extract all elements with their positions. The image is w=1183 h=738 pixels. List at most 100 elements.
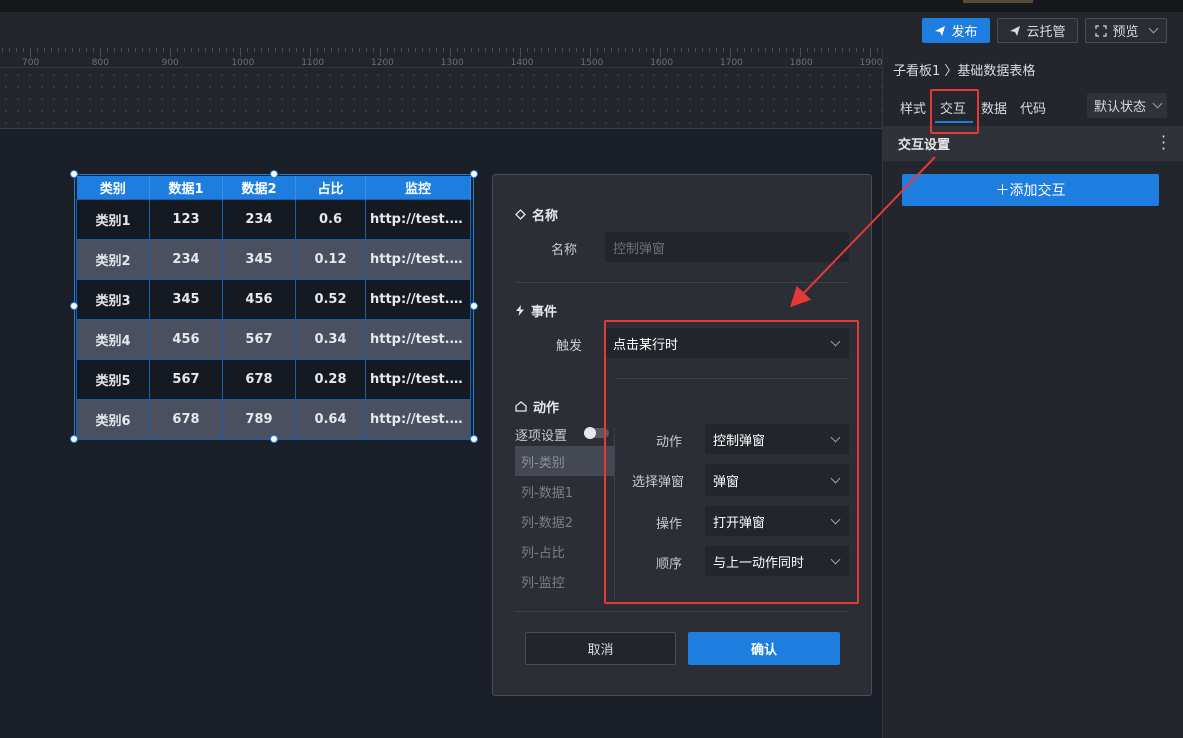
ruler-tick (58, 48, 59, 52)
resize-handle[interactable] (470, 302, 478, 310)
preview-button[interactable]: 预览 (1085, 18, 1167, 43)
send-icon (935, 25, 946, 36)
name-section-header: 名称 (515, 205, 558, 224)
publish-button[interactable]: 发布 (922, 18, 990, 43)
ruler-tick (401, 48, 402, 52)
table-cell: 789 (222, 398, 296, 440)
table-header-cell: 数据2 (222, 176, 296, 199)
resize-handle[interactable] (70, 435, 78, 443)
ruler-tick (534, 48, 535, 52)
ruler-tick (317, 48, 318, 52)
ruler-tick (23, 48, 24, 52)
ruler-tick (79, 48, 80, 52)
ruler-tick (471, 48, 472, 52)
ruler-tick (744, 48, 745, 52)
table-cell: 678 (222, 358, 296, 400)
column-item[interactable]: 列-类别 (515, 446, 615, 476)
state-value: 默认状态 (1094, 100, 1147, 115)
ruler-tick (338, 48, 339, 52)
state-select[interactable]: 默认状态 (1087, 93, 1167, 118)
resize-handle[interactable] (70, 302, 78, 310)
ruler-tick (436, 48, 437, 52)
table-row[interactable]: 类别1 123 234 0.6 http://test.sha... (76, 198, 471, 240)
table-cell: 345 (222, 238, 296, 280)
add-interaction-button[interactable]: ＋添加交互 (902, 174, 1159, 206)
ruler-tick (163, 48, 164, 52)
column-item[interactable]: 列-数据2 (515, 506, 615, 536)
ruler-tick (667, 48, 668, 52)
ruler-tick (870, 48, 871, 57)
ruler-tick (352, 48, 353, 52)
data-table[interactable]: 类别 数据1 数据2 占比 监控 类别1 123 234 0.6 http://… (76, 176, 471, 440)
ruler-label: 1200 (371, 58, 394, 68)
resize-handle[interactable] (470, 170, 478, 178)
ruler-tick (408, 48, 409, 52)
tab-code[interactable]: 代码 (1020, 98, 1046, 117)
name-input[interactable]: 控制弹窗 (605, 232, 849, 262)
top-toolbar: 发布 云托管 预览 (0, 0, 1183, 48)
ruler-tick (807, 48, 808, 52)
table-row[interactable]: 类别4 456 567 0.34 http://test.sha... (76, 318, 471, 360)
more-icon[interactable]: · · · (1161, 129, 1166, 157)
ruler-tick (786, 48, 787, 52)
ruler-tick (177, 48, 178, 52)
table-row[interactable]: 类别2 234 345 0.12 http://test.sha... (76, 238, 471, 280)
ruler-tick (296, 48, 297, 52)
ruler-tick (639, 48, 640, 52)
ruler-tick (492, 48, 493, 52)
cloud-hosting-button[interactable]: 云托管 (997, 18, 1078, 43)
ruler-tick (72, 48, 73, 52)
column-item[interactable]: 列-数据1 (515, 476, 615, 506)
table-header-cell: 数据1 (149, 176, 223, 199)
ruler-tick (380, 48, 381, 57)
ruler-tick (464, 48, 465, 52)
name-section-title: 名称 (532, 209, 559, 224)
ruler-tick (695, 48, 696, 52)
tab-style[interactable]: 样式 (900, 98, 926, 117)
table-cell: 0.34 (295, 318, 366, 360)
table-header-cell: 类别 (76, 176, 150, 199)
resize-handle[interactable] (270, 435, 278, 443)
event-section-header: 事件 (515, 301, 557, 320)
table-cell: 456 (149, 318, 223, 360)
ruler-tick (758, 48, 759, 52)
table-row[interactable]: 类别5 567 678 0.28 http://test.sha... (76, 358, 471, 400)
trigger-label: 触发 (556, 339, 583, 354)
column-item[interactable]: 列-监控 (515, 566, 615, 596)
cloud-label: 云托管 (1026, 25, 1066, 40)
ruler-tick (674, 48, 675, 52)
resize-handle[interactable] (70, 170, 78, 178)
confirm-button[interactable]: 确认 (688, 632, 840, 665)
annotation-highlight-tab (930, 89, 979, 134)
action-section-title: 动作 (533, 401, 560, 416)
ruler-tick (450, 48, 451, 57)
column-item[interactable]: 列-占比 (515, 536, 615, 566)
table-row[interactable]: 类别6 678 789 0.64 http://test.sha... (76, 398, 471, 440)
ruler-ticks: 700 800 900 1000 1100 1200 1300 1400 1500 1600 170… (0, 48, 883, 68)
table-header-row: 类别 数据1 数据2 占比 监控 (76, 176, 471, 199)
table-row[interactable]: 类别3 345 456 0.52 http://test.sha... (76, 278, 471, 320)
data-table-widget[interactable]: 类别 数据1 数据2 占比 监控 类别1 123 234 0.6 http://… (74, 174, 474, 440)
ruler-label: 1000 (231, 58, 255, 68)
table-cell: http://test.sha... (365, 318, 471, 360)
ruler-tick (688, 48, 689, 52)
publish-label: 发布 (951, 25, 978, 40)
ruler-tick (653, 48, 654, 52)
breadcrumb[interactable]: 子看板1 〉基础数据表格 (893, 60, 1035, 79)
ruler-tick (751, 48, 752, 52)
name-label: 名称 (551, 243, 578, 258)
name-placeholder: 控制弹窗 (613, 241, 666, 257)
ruler-tick (597, 48, 598, 52)
ruler-tick (660, 48, 661, 57)
cancel-button[interactable]: 取消 (525, 632, 676, 665)
tab-data[interactable]: 数据 (981, 98, 1007, 117)
ruler-tick (44, 48, 45, 52)
ruler-tick (254, 48, 255, 52)
table-cell: 类别5 (76, 358, 150, 400)
ruler-tick (107, 48, 108, 52)
chevron-down-icon (1152, 98, 1163, 109)
table-cell: 类别6 (76, 398, 150, 440)
resize-handle[interactable] (470, 435, 478, 443)
ruler-label: 1100 (301, 58, 325, 68)
resize-handle[interactable] (270, 170, 278, 178)
